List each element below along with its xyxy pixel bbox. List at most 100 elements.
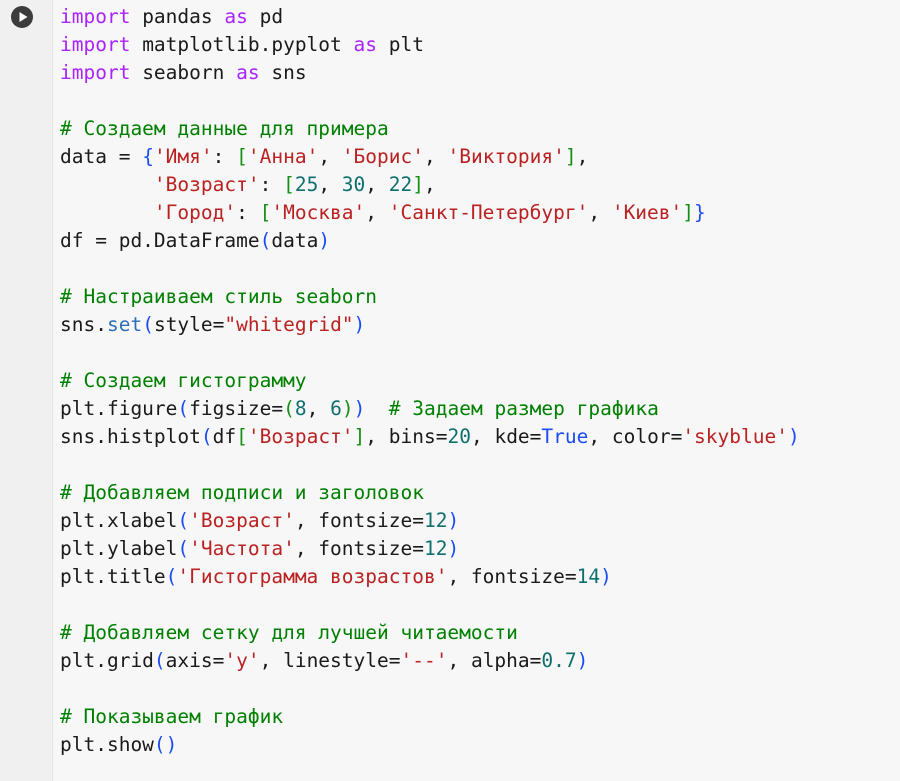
code-token: 6 xyxy=(330,397,342,420)
code-token: # Добавляем сетку для лучшей читаемости xyxy=(60,621,518,644)
code-line[interactable]: sns.histplot(df['Возраст'], bins=20, kde… xyxy=(60,423,900,451)
code-token: 20 xyxy=(447,425,471,448)
code-token: 'Имя' xyxy=(153,145,213,168)
code-token: 'Частота' xyxy=(189,537,295,560)
code-token: } xyxy=(694,201,706,224)
code-token: import xyxy=(60,33,131,56)
code-line[interactable]: df = pd.DataFrame(data) xyxy=(60,227,900,255)
code-token: 12 xyxy=(423,537,448,560)
code-line[interactable]: plt.show() xyxy=(60,731,900,759)
code-token: as xyxy=(236,61,260,84)
code-line[interactable]: # Добавляем подписи и заголовок xyxy=(60,479,900,507)
code-token: 'Город' xyxy=(153,201,237,224)
code-token: 'Виктория' xyxy=(447,145,565,168)
code-token: 'Гистограмма возрастов' xyxy=(177,565,448,588)
code-line[interactable]: # Создаем гистограмму xyxy=(60,367,900,395)
play-icon xyxy=(11,6,33,28)
code-token: , xyxy=(365,201,389,224)
code-line[interactable]: # Настраиваем стиль seaborn xyxy=(60,283,900,311)
code-editor-area[interactable]: import pandas as pd import matplotlib.pyp… xyxy=(53,0,900,759)
code-token: 'Возраст' xyxy=(189,509,295,532)
code-token: ( xyxy=(142,313,154,336)
code-line[interactable]: import pandas as pd xyxy=(60,3,900,31)
code-token: df xyxy=(212,425,237,448)
code-token: plt.grid xyxy=(60,649,154,672)
code-token: , xyxy=(576,145,589,168)
code-line[interactable]: plt.figure(figsize=(8, 6)) # Задаем разм… xyxy=(60,395,900,423)
code-line[interactable]: plt.title('Гистограмма возрастов', fonts… xyxy=(60,563,900,591)
code-token: set xyxy=(106,313,143,336)
code-token: 14 xyxy=(576,565,601,588)
code-token: "whitegrid" xyxy=(224,313,354,336)
code-token: as xyxy=(353,33,377,56)
cell-gutter xyxy=(0,0,53,781)
code-line[interactable]: plt.grid(axis='y', linestyle='--', alpha… xyxy=(60,647,900,675)
code-token: 'Анна' xyxy=(247,145,319,168)
code-token: ( xyxy=(165,565,178,588)
code-token: , xyxy=(424,145,448,168)
code-token: ) xyxy=(787,425,800,448)
code-token: , fontsize= xyxy=(294,537,424,560)
code-line[interactable]: 'Город': ['Москва', 'Санкт-Петербург', '… xyxy=(60,199,900,227)
code-line[interactable]: # Добавляем сетку для лучшей читаемости xyxy=(60,619,900,647)
code-token: ( xyxy=(259,229,272,252)
code-token: , xyxy=(424,173,436,196)
code-token: style= xyxy=(153,313,225,336)
code-token: 'Киев' xyxy=(611,201,683,224)
code-token: , xyxy=(588,201,612,224)
code-token: 'Борис' xyxy=(341,145,424,168)
code-line[interactable]: plt.ylabel('Частота', fontsize=12) xyxy=(60,535,900,563)
code-line[interactable] xyxy=(60,675,900,703)
code-token: seaborn xyxy=(130,61,237,84)
code-token: : xyxy=(259,173,284,196)
code-token: as xyxy=(224,5,248,28)
code-line[interactable]: data = {'Имя': ['Анна', 'Борис', 'Виктор… xyxy=(60,143,900,171)
code-line[interactable] xyxy=(60,87,900,115)
code-token: plt xyxy=(377,33,424,56)
code-token: ) xyxy=(353,397,366,420)
code-token: ( xyxy=(153,733,166,756)
run-cell-button[interactable] xyxy=(10,5,34,29)
code-line[interactable]: # Создаем данные для примера xyxy=(60,115,900,143)
code-token: pandas xyxy=(130,5,225,28)
code-line[interactable]: plt.xlabel('Возраст', fontsize=12) xyxy=(60,507,900,535)
code-token: [ xyxy=(236,425,248,448)
code-token: ) xyxy=(447,509,460,532)
code-token: 'skyblue' xyxy=(682,425,788,448)
code-token: plt.figure xyxy=(60,397,178,420)
code-token: 'Москва' xyxy=(271,201,366,224)
code-line[interactable]: sns.set(style="whitegrid") xyxy=(60,311,900,339)
code-token: , alpha= xyxy=(447,649,542,672)
code-token: : xyxy=(212,145,237,168)
code-line[interactable]: # Показываем график xyxy=(60,703,900,731)
code-token: 'Санкт-Петербург' xyxy=(388,201,589,224)
code-token: 22 xyxy=(388,173,413,196)
code-token: ) xyxy=(447,537,460,560)
code-token: , fontsize= xyxy=(447,565,577,588)
code-line[interactable] xyxy=(60,451,900,479)
code-token: , linestyle= xyxy=(259,649,401,672)
code-token: figsize= xyxy=(189,397,284,420)
code-token: , fontsize= xyxy=(294,509,424,532)
code-token: 'Возраст' xyxy=(247,425,354,448)
code-line[interactable]: import matplotlib.pyplot as plt xyxy=(60,31,900,59)
code-token: ( xyxy=(177,509,190,532)
code-line[interactable]: 'Возраст': [25, 30, 22], xyxy=(60,171,900,199)
code-token: [ xyxy=(236,145,248,168)
code-token: ) xyxy=(576,649,589,672)
code-token: ( xyxy=(153,649,166,672)
code-line[interactable] xyxy=(60,255,900,283)
code-line[interactable]: import seaborn as sns xyxy=(60,59,900,87)
code-token: axis= xyxy=(165,649,225,672)
code-line[interactable] xyxy=(60,591,900,619)
code-token: # Настраиваем стиль seaborn xyxy=(60,285,377,308)
code-token: True xyxy=(541,425,589,448)
code-line[interactable] xyxy=(60,339,900,367)
code-token: # Показываем график xyxy=(60,705,284,728)
code-token: , color= xyxy=(588,425,683,448)
code-token: { xyxy=(142,145,154,168)
code-token: plt.ylabel xyxy=(60,537,178,560)
